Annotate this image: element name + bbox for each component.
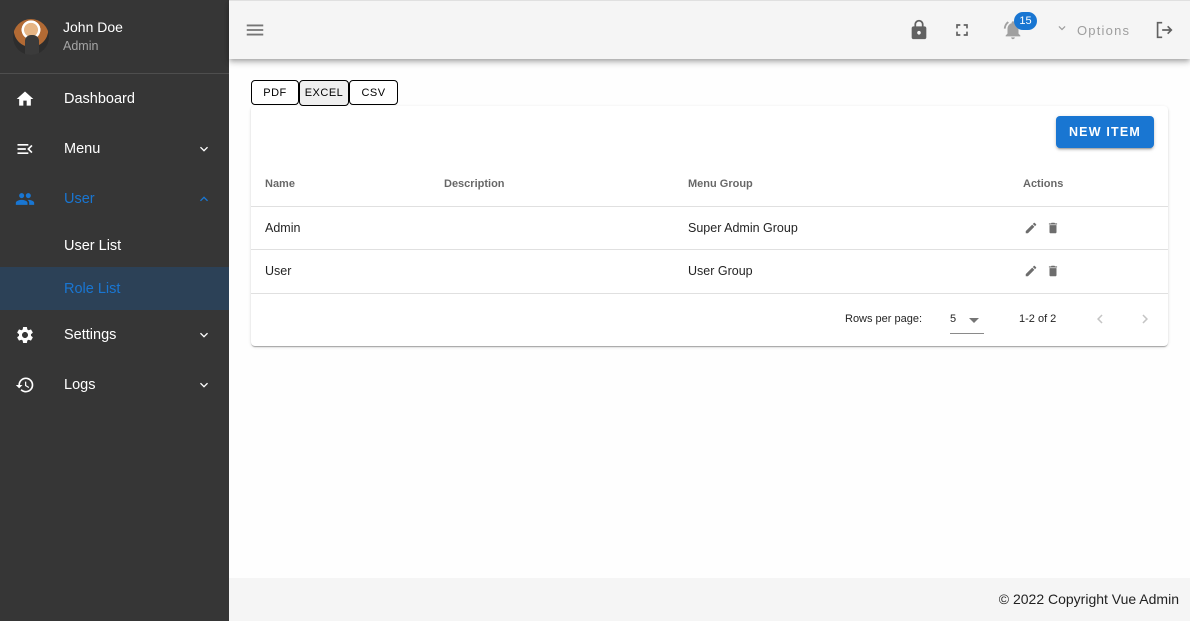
rows-per-page-label: Rows per page: <box>845 313 923 325</box>
table-row: Admin Super Admin Group <box>251 206 1168 250</box>
sidebar-item-label: Settings <box>64 327 117 343</box>
rows-per-page-select[interactable]: 5 <box>950 303 984 334</box>
sidebar-item-label: Menu <box>64 141 101 157</box>
column-header-menu-group[interactable]: Menu Group <box>688 162 1023 207</box>
delete-icon[interactable] <box>1045 263 1061 279</box>
chevron-left-icon <box>1097 314 1103 324</box>
logout-icon[interactable] <box>1152 18 1176 42</box>
column-header-description[interactable]: Description <box>444 162 688 207</box>
hamburger-menu-icon[interactable] <box>243 18 267 42</box>
column-header-actions: Actions <box>1023 162 1168 207</box>
cell-description <box>444 206 688 250</box>
sidebar-item-user-list[interactable]: User List <box>0 224 229 267</box>
new-item-button[interactable]: NEW ITEM <box>1056 116 1154 148</box>
sidebar-item-menu[interactable]: Menu <box>0 124 229 174</box>
sidebar-item-role-list[interactable]: Role List <box>0 267 229 310</box>
cell-description <box>444 249 688 294</box>
export-excel-button[interactable]: EXCEL <box>299 80 349 106</box>
cell-actions <box>1023 249 1168 294</box>
menu-open-icon <box>14 138 36 160</box>
table-pagination: Rows per page: 5 1-2 of 2 <box>251 294 1168 346</box>
lock-icon[interactable] <box>907 18 931 42</box>
delete-icon[interactable] <box>1045 220 1061 236</box>
table-row: User User Group <box>251 249 1168 294</box>
sidebar-item-dashboard[interactable]: Dashboard <box>0 74 229 124</box>
chevron-down-icon <box>1055 21 1069 40</box>
gear-icon <box>14 324 36 346</box>
chevron-down-icon <box>196 377 212 393</box>
home-icon <box>14 88 36 110</box>
user-profile[interactable]: John Doe Admin <box>0 0 229 74</box>
users-icon <box>14 188 36 210</box>
sidebar: John Doe Admin Dashboard Menu User User … <box>0 0 229 621</box>
chevron-down-icon <box>196 141 212 157</box>
sidebar-item-settings[interactable]: Settings <box>0 310 229 360</box>
profile-role: Admin <box>63 39 99 53</box>
edit-icon[interactable] <box>1023 220 1039 236</box>
options-dropdown[interactable]: Options <box>1055 21 1130 40</box>
previous-page-button[interactable] <box>1090 308 1110 330</box>
copyright-text: © 2022 Copyright Vue Admin <box>998 591 1179 607</box>
chevron-down-icon <box>196 327 212 343</box>
export-pdf-button[interactable]: PDF <box>251 80 299 105</box>
caret-down-icon <box>969 318 979 323</box>
role-table-card: NEW ITEM Name Description Menu Group Act… <box>251 106 1168 346</box>
sidebar-item-logs[interactable]: Logs <box>0 360 229 410</box>
cell-menu-group: User Group <box>688 249 1023 294</box>
page-footer: © 2022 Copyright Vue Admin <box>229 578 1190 621</box>
export-button-group: PDF EXCEL CSV <box>251 80 398 106</box>
sidebar-item-user[interactable]: User <box>0 174 229 224</box>
cell-menu-group: Super Admin Group <box>688 206 1023 250</box>
cell-name: User <box>251 249 444 294</box>
cell-name: Admin <box>251 206 444 250</box>
sidebar-item-label: Logs <box>64 377 96 393</box>
table-header-row: Name Description Menu Group Actions <box>251 162 1168 207</box>
profile-name: John Doe <box>63 19 123 35</box>
rows-per-page-value: 5 <box>950 313 957 325</box>
fullscreen-icon[interactable] <box>950 18 974 42</box>
chevron-right-icon <box>1142 314 1148 324</box>
history-icon <box>14 374 36 396</box>
sidebar-item-label: Dashboard <box>64 91 135 107</box>
next-page-button[interactable] <box>1135 308 1155 330</box>
sidebar-item-label: User <box>64 191 95 207</box>
edit-icon[interactable] <box>1023 263 1039 279</box>
export-csv-button[interactable]: CSV <box>349 80 398 105</box>
avatar <box>13 18 49 55</box>
top-app-bar: 15 Options <box>229 0 1190 59</box>
notification-badge: 15 <box>1014 12 1037 30</box>
chevron-up-icon <box>196 191 212 207</box>
pagination-range: 1-2 of 2 <box>1019 313 1057 325</box>
options-label: Options <box>1077 23 1131 38</box>
cell-actions <box>1023 206 1168 250</box>
role-table: Name Description Menu Group Actions Admi… <box>251 162 1168 294</box>
column-header-name[interactable]: Name <box>251 162 444 207</box>
